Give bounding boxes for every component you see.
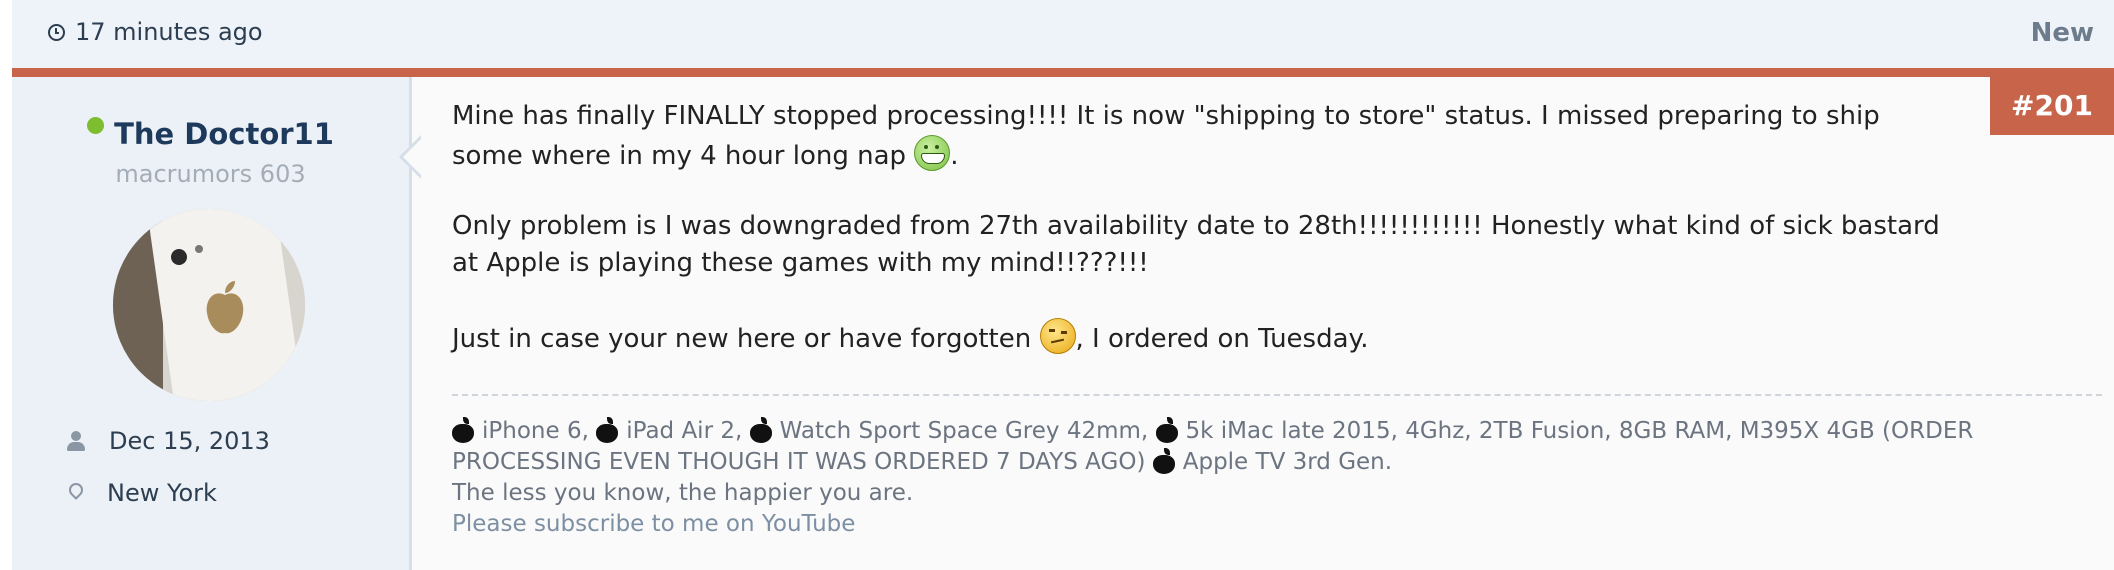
- signature-line: PROCESSING EVEN THOUGH IT WAS ORDERED 7 …: [452, 447, 2112, 478]
- post-text: Just in case your new here or have forgo…: [452, 324, 1032, 354]
- clock-icon: [48, 23, 65, 41]
- grin-smiley-icon: [914, 135, 951, 171]
- location-row: New York: [67, 479, 217, 507]
- post-line: Only problem is I was downgraded from 27…: [452, 211, 1940, 241]
- apple-icon: [1155, 417, 1178, 443]
- avatar[interactable]: [113, 209, 305, 401]
- online-status-dot: [87, 117, 105, 134]
- avatar-image: [113, 209, 305, 401]
- post-paragraph-2: Only problem is I was downgraded from 27…: [452, 208, 1992, 282]
- signature-divider: [452, 394, 2102, 396]
- location[interactable]: New York: [107, 479, 217, 507]
- time-ago-text: 17 minutes ago: [75, 18, 263, 46]
- new-badge: New: [2030, 18, 2094, 48]
- post-text: , I ordered on Tuesday.: [1075, 324, 1369, 354]
- post-number-badge[interactable]: #201: [1990, 77, 2114, 135]
- signature-item: iPhone 6,: [482, 418, 589, 444]
- sidebar-pointer-inner: [403, 138, 422, 176]
- joined-date-row: Dec 15, 2013: [67, 427, 270, 455]
- post-timestamp[interactable]: 17 minutes ago: [48, 18, 263, 46]
- post-line: at Apple is playing these games with my …: [452, 248, 1149, 278]
- apple-icon: [596, 417, 619, 443]
- signature-tagline: The less you know, the happier you are.: [452, 480, 914, 506]
- post-paragraph-1: Mine has finally FINALLY stopped process…: [452, 98, 1992, 175]
- user-title: macrumors 603: [115, 160, 306, 188]
- signature-item: Watch Sport Space Grey 42mm,: [779, 418, 1149, 444]
- thinking-smiley-icon: [1039, 318, 1076, 354]
- user-sidebar: The Doctor11 macrumors 603 Dec 15, 2013 …: [12, 77, 412, 570]
- post-container: 17 minutes ago New The Doctor11 macrumor…: [12, 0, 2114, 570]
- apple-icon: [749, 417, 772, 443]
- post-header-bar: 17 minutes ago New: [12, 0, 2114, 68]
- username-link[interactable]: The Doctor11: [114, 117, 334, 151]
- accent-divider: [12, 68, 2114, 77]
- signature-item: PROCESSING EVEN THOUGH IT WAS ORDERED 7 …: [452, 449, 1146, 475]
- post-text: some where in my 4 hour long nap: [452, 141, 907, 171]
- signature-line: iPhone 6, iPad Air 2, Watch Sport Space …: [452, 416, 2112, 447]
- username-row: The Doctor11: [12, 117, 409, 151]
- apple-icon: [452, 417, 474, 443]
- post-text: .: [950, 141, 959, 171]
- person-icon: [67, 431, 85, 451]
- post-line: some where in my 4 hour long nap .: [452, 135, 1992, 175]
- apple-icon: [1152, 448, 1175, 474]
- post-paragraph-3: Just in case your new here or have forgo…: [452, 318, 1992, 358]
- signature-devices: iPhone 6, iPad Air 2, Watch Sport Space …: [452, 416, 2112, 540]
- signature-item: 5k iMac late 2015, 4Ghz, 2TB Fusion, 8GB…: [1185, 418, 1974, 444]
- signature-item: iPad Air 2,: [626, 418, 743, 444]
- post-line: Mine has finally FINALLY stopped process…: [452, 101, 1880, 131]
- youtube-subscribe-link[interactable]: Please subscribe to me on YouTube: [452, 509, 2112, 540]
- joined-date: Dec 15, 2013: [109, 427, 270, 455]
- map-pin-icon: [69, 483, 83, 503]
- signature-item: Apple TV 3rd Gen.: [1182, 449, 1393, 475]
